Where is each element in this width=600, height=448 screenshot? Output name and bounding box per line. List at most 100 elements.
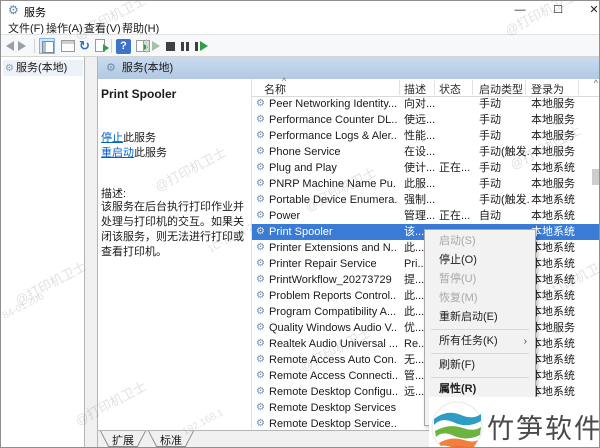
column-separator[interactable]: [399, 80, 400, 95]
export-list-icon[interactable]: [95, 39, 109, 52]
service-row[interactable]: ⚙ Performance Counter DL... 使远... 手动 本地服务: [252, 112, 599, 128]
service-name: Problem Reports Control...: [269, 290, 397, 302]
service-name: Remote Access Auto Con...: [269, 354, 397, 366]
tree-item-services-local[interactable]: ⚙ 服务(本地): [3, 60, 83, 76]
service-name: Program Compatibility A...: [269, 306, 397, 318]
service-description: 使远...: [404, 114, 436, 126]
column-header-2[interactable]: 状态: [439, 81, 461, 97]
service-gear-icon: ⚙: [256, 258, 265, 269]
restart-service-suffix: 此服务: [134, 147, 167, 159]
service-gear-icon: ⚙: [256, 354, 265, 365]
service-name: Power: [269, 210, 301, 222]
service-logon-as: 本地服务: [531, 114, 575, 126]
service-startup-type: 手动(触发...: [479, 194, 529, 206]
menu-separator: [431, 377, 529, 378]
service-logon-as: 本地服务: [531, 322, 575, 334]
service-row[interactable]: ⚙ Peer Networking Identity... 向对... 手动 本地服务: [252, 96, 599, 112]
service-logon-as: 本地服务: [531, 98, 575, 110]
service-gear-icon: ⚙: [256, 98, 265, 109]
service-gear-icon: ⚙: [256, 162, 265, 173]
service-logon-as: 本地系统: [531, 274, 575, 286]
pause-service-icon[interactable]: [181, 42, 190, 51]
service-logon-as: 本地服务: [531, 178, 575, 190]
service-description: 强制...: [404, 194, 436, 206]
minimize-button[interactable]: —: [509, 3, 531, 18]
view-tab-active[interactable]: 扩展: [100, 431, 146, 447]
start-service-icon[interactable]: [152, 41, 160, 51]
service-status: 正在...: [439, 162, 471, 174]
context-menu-item[interactable]: 重新启动(E): [425, 308, 535, 327]
service-logon-as: 本地系统: [531, 290, 575, 302]
site-logo: 竹笋软件园: [429, 397, 599, 447]
services-gear-icon: ⚙: [106, 62, 116, 74]
service-row[interactable]: ⚙ Portable Device Enumera... 强制... 手动(触发...…: [252, 192, 599, 208]
service-gear-icon: ⚙: [256, 418, 265, 429]
column-header-4[interactable]: 登录为: [531, 81, 564, 97]
service-gear-icon: ⚙: [256, 322, 265, 333]
service-status: [439, 96, 477, 112]
properties-icon[interactable]: [61, 40, 75, 52]
restart-service-line: 重启动此服务: [101, 146, 167, 161]
column-separator[interactable]: [525, 80, 526, 95]
stop-service-icon[interactable]: [166, 42, 175, 51]
column-separator[interactable]: [434, 80, 435, 95]
service-name: Performance Counter DL...: [269, 114, 397, 126]
restart-service-icon[interactable]: [195, 41, 208, 51]
service-gear-icon: ⚙: [256, 178, 265, 189]
column-header-1[interactable]: 描述: [404, 81, 426, 97]
service-logon-as: 本地系统: [531, 306, 575, 318]
context-menu-item[interactable]: 所有任务(K) ›: [425, 332, 535, 351]
service-logon-as: 本地系统: [531, 354, 575, 366]
service-row[interactable]: ⚙ PNRP Machine Name Pu... 此服... 手动 本地服务: [252, 176, 599, 192]
service-logon-as: 本地系统: [531, 226, 575, 238]
service-row[interactable]: ⚙ Phone Service 在设... 手动(触发...本地服务: [252, 144, 599, 160]
services-window: ⚙ 服务 — ☐ ✕ 文件(F) 操作(A) 查看(V) 帮助(H) ↻ ? ⚙ 服务(…: [0, 0, 600, 448]
title-bar: ⚙ 服务 — ☐ ✕: [1, 1, 599, 20]
service-name: Print Spooler: [269, 226, 333, 238]
toolbar-separator: [146, 39, 147, 53]
show-console-tree-icon[interactable]: [39, 38, 55, 54]
restart-service-link[interactable]: 重启动: [101, 147, 134, 159]
maximize-button[interactable]: ☐: [547, 3, 569, 18]
submenu-arrow-icon: ›: [523, 336, 527, 347]
service-gear-icon: ⚙: [256, 370, 265, 381]
service-logon-as: 本地系统: [531, 194, 575, 206]
service-name: PNRP Machine Name Pu...: [269, 178, 397, 190]
column-header-0[interactable]: 名称: [264, 81, 286, 97]
forward-icon[interactable]: [18, 41, 26, 51]
service-startup-type: 手动: [479, 98, 501, 110]
back-icon[interactable]: [6, 41, 14, 51]
action-pane-icon[interactable]: [136, 40, 150, 52]
column-header-3[interactable]: 启动类型: [479, 81, 523, 97]
service-name: Plug and Play: [269, 162, 337, 174]
service-row[interactable]: ⚙ Performance Logs & Aler... 性能... 手动 本地服务: [252, 128, 599, 144]
service-description: 使计...: [404, 162, 436, 174]
services-gear-icon: ⚙: [5, 63, 14, 74]
service-row[interactable]: ⚙ Plug and Play 使计... 正在... 手动 本地系统: [252, 160, 599, 176]
service-name: Remote Desktop Configu...: [269, 386, 397, 398]
stop-service-link[interactable]: 停止: [101, 132, 123, 144]
service-description: 管理...: [404, 210, 436, 222]
column-separator[interactable]: [472, 80, 473, 95]
service-row[interactable]: ⚙ Power 管理... 正在... 自动 本地系统: [252, 208, 599, 224]
scrollbar-up-icon[interactable]: ^: [594, 78, 598, 88]
service-name: Printer Extensions and N...: [269, 242, 397, 254]
help-icon[interactable]: ?: [116, 39, 131, 54]
column-separator[interactable]: [578, 80, 579, 95]
service-startup-type: 手动: [479, 130, 501, 142]
service-gear-icon: ⚙: [256, 210, 265, 221]
service-status: [439, 176, 477, 192]
service-name: Remote Access Connecti...: [269, 370, 397, 382]
service-description: 在设...: [404, 146, 436, 158]
refresh-icon[interactable]: ↻: [79, 38, 90, 54]
panel-splitter[interactable]: [85, 57, 98, 447]
context-menu-item[interactable]: 刷新(F): [425, 356, 535, 375]
context-menu-item[interactable]: 停止(O): [425, 251, 535, 270]
menu-separator: [431, 353, 529, 354]
close-button[interactable]: ✕: [583, 3, 599, 18]
service-startup-type: 手动: [479, 178, 501, 190]
menu-separator: [431, 329, 529, 330]
service-logon-as: 本地服务: [531, 146, 575, 158]
menu-bar: 文件(F) 操作(A) 查看(V) 帮助(H): [1, 20, 599, 35]
view-tab-inactive[interactable]: 标准: [148, 431, 194, 447]
